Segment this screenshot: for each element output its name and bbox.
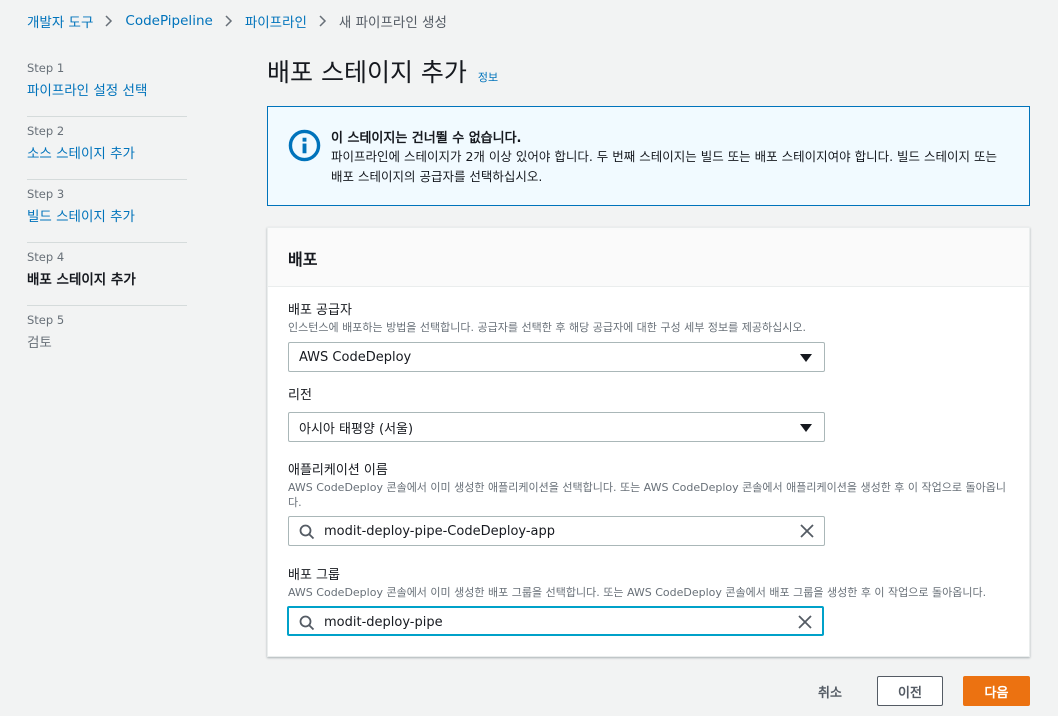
panel-title: 배포 <box>268 228 1029 287</box>
cancel-button[interactable]: 취소 <box>818 682 842 701</box>
deploy-group-search[interactable]: modit-deploy-pipe <box>287 606 824 636</box>
breadcrumb-pipelines[interactable]: 파이프라인 <box>245 11 307 31</box>
application-value: modit-deploy-pipe-CodeDeploy-app <box>324 524 556 539</box>
breadcrumb-dev-tools[interactable]: 개발자 도구 <box>27 11 93 31</box>
wizard-step-3: Step 3 빌드 스테이지 추가 <box>27 180 187 243</box>
deploy-panel: 배포 배포 공급자 인스턴스에 배포하는 방법을 선택합니다. 공급자를 선택한… <box>267 227 1030 657</box>
breadcrumb-codepipeline[interactable]: CodePipeline <box>125 13 212 29</box>
step-link-source-stage[interactable]: 소스 스테이지 추가 <box>27 145 187 163</box>
deploy-group-label: 배포 그룹 <box>288 568 340 583</box>
chevron-right-icon <box>225 15 233 27</box>
application-search[interactable]: modit-deploy-pipe-CodeDeploy-app <box>288 516 825 546</box>
wizard-steps: Step 1 파이프라인 설정 선택 Step 2 소스 스테이지 추가 Ste… <box>27 54 187 369</box>
application-field: 애플리케이션 이름 AWS CodeDeploy 콘솔에서 이미 생성한 애플리… <box>288 463 1013 510</box>
step-number: Step 5 <box>27 313 65 327</box>
breadcrumb: 개발자 도구 CodePipeline 파이프라인 새 파이프라인 생성 <box>27 11 447 31</box>
step-number: Step 4 <box>27 250 65 264</box>
info-circle-icon <box>288 129 321 162</box>
breadcrumb-current: 새 파이프라인 생성 <box>338 15 447 31</box>
step-number: Step 3 <box>27 187 65 201</box>
step-review: 검토 <box>27 335 52 351</box>
wizard-step-5: Step 5 검토 <box>27 306 187 369</box>
deploy-group-description: AWS CodeDeploy 콘솔에서 이미 생성한 배포 그룹을 선택합니다.… <box>288 586 987 599</box>
wizard-step-2: Step 2 소스 스테이지 추가 <box>27 117 187 180</box>
caret-down-icon <box>800 354 812 362</box>
application-description: AWS CodeDeploy 콘솔에서 이미 생성한 애플리케이션을 선택합니다… <box>288 481 1006 509</box>
provider-label: 배포 공급자 <box>288 303 352 318</box>
search-icon <box>299 524 315 540</box>
step-number: Step 1 <box>27 61 65 75</box>
alert-title: 이 스테이지는 건너뛸 수 없습니다. <box>331 131 522 146</box>
step-current-deploy-stage: 배포 스테이지 추가 <box>27 272 136 288</box>
deploy-group-value: modit-deploy-pipe <box>324 615 443 630</box>
previous-button[interactable]: 이전 <box>877 676 943 706</box>
next-button[interactable]: 다음 <box>963 676 1030 706</box>
close-icon[interactable] <box>800 524 814 538</box>
step-link-build-stage[interactable]: 빌드 스테이지 추가 <box>27 208 187 226</box>
wizard-step-1: Step 1 파이프라인 설정 선택 <box>27 54 187 117</box>
search-icon <box>299 615 315 631</box>
provider-description: 인스턴스에 배포하는 방법을 선택합니다. 공급자를 선택한 후 해당 공급자에… <box>288 321 806 334</box>
region-select[interactable]: 아시아 태평양 (서울) <box>288 412 825 442</box>
caret-down-icon <box>800 424 812 432</box>
region-label: 리전 <box>288 388 312 403</box>
region-field: 리전 <box>288 388 312 404</box>
application-label: 애플리케이션 이름 <box>288 463 388 478</box>
provider-value: AWS CodeDeploy <box>299 349 412 365</box>
alert-body: 파이프라인에 스테이지가 2개 이상 있어야 합니다. 두 번째 스테이지는 빌… <box>331 149 997 184</box>
chevron-right-icon <box>319 15 327 27</box>
provider-field: 배포 공급자 인스턴스에 배포하는 방법을 선택합니다. 공급자를 선택한 후 … <box>288 303 806 335</box>
chevron-right-icon <box>105 15 113 27</box>
page-title: 배포 스테이지 추가 정보 <box>267 53 498 89</box>
step-link-pipeline-settings[interactable]: 파이프라인 설정 선택 <box>27 82 187 100</box>
step-number: Step 2 <box>27 124 65 138</box>
page-title-text: 배포 스테이지 추가 <box>267 58 467 87</box>
close-icon[interactable] <box>798 615 812 629</box>
deploy-group-field: 배포 그룹 AWS CodeDeploy 콘솔에서 이미 생성한 배포 그룹을 … <box>288 568 1013 600</box>
info-alert: 이 스테이지는 건너뛸 수 없습니다. 파이프라인에 스테이지가 2개 이상 있… <box>267 106 1030 206</box>
region-value: 아시아 태평양 (서울) <box>299 421 414 437</box>
info-link[interactable]: 정보 <box>478 69 498 85</box>
wizard-step-4: Step 4 배포 스테이지 추가 <box>27 243 187 306</box>
provider-select[interactable]: AWS CodeDeploy <box>288 342 825 372</box>
